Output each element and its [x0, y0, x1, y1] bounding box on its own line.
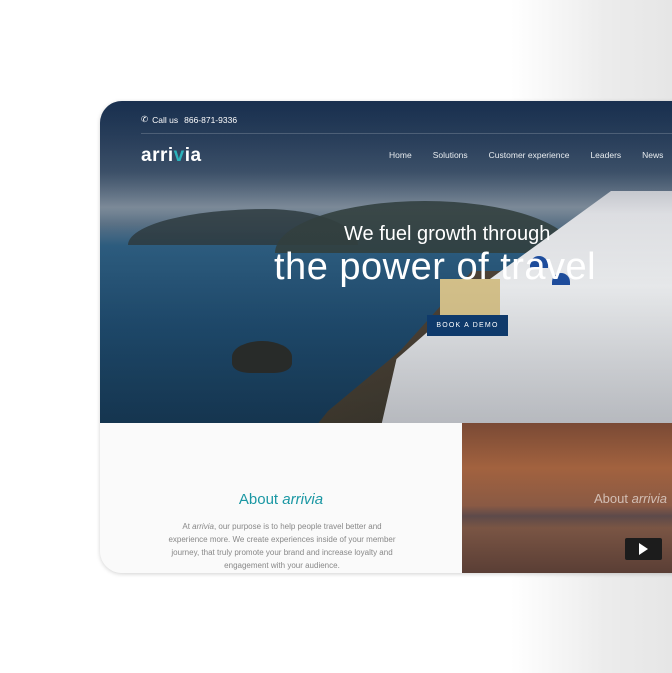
- about-title-brand: arrivia: [282, 491, 324, 508]
- logo-text: ia: [184, 145, 202, 166]
- phone-number[interactable]: 866-871-9336: [184, 115, 237, 125]
- about-section: About arrivia At arrivia, our purpose is…: [100, 423, 462, 573]
- nav-leaders[interactable]: Leaders: [590, 150, 621, 160]
- video-title-brand: arrivia: [631, 491, 667, 506]
- logo-pin: v: [173, 145, 185, 166]
- hero-section: ✆ Call us 866-871-9336 arrivia Home Solu…: [100, 101, 672, 423]
- play-button[interactable]: [625, 538, 662, 560]
- about-body-prefix: At: [182, 522, 193, 531]
- about-video[interactable]: About arrivia: [462, 423, 672, 573]
- website-preview-card: ✆ Call us 866-871-9336 arrivia Home Solu…: [100, 101, 672, 573]
- video-title-text: About: [594, 491, 632, 506]
- nav-solutions[interactable]: Solutions: [433, 150, 468, 160]
- phone-icon: ✆: [141, 114, 149, 124]
- about-body: At arrivia, our purpose is to help peopl…: [166, 520, 398, 572]
- nav-customer-experience[interactable]: Customer experience: [489, 150, 570, 160]
- header-divider: [141, 133, 672, 134]
- call-us[interactable]: ✆ Call us 866-871-9336: [141, 114, 237, 125]
- about-body-brand: arrivia: [192, 522, 214, 531]
- nav-news[interactable]: News: [642, 150, 663, 160]
- logo-text: arri: [141, 145, 174, 166]
- about-title-text: About: [238, 491, 283, 508]
- arrivia-logo[interactable]: arrivia: [141, 145, 202, 167]
- nav-home[interactable]: Home: [389, 150, 412, 160]
- video-title: About arrivia: [594, 491, 667, 506]
- book-demo-button[interactable]: BOOK A DEMO: [427, 315, 508, 336]
- call-label: Call us: [152, 114, 179, 125]
- play-icon: [639, 543, 648, 555]
- hero-subheading: We fuel growth through: [344, 223, 551, 245]
- main-nav: Home Solutions Customer experience Leade…: [389, 150, 663, 160]
- hero-heading: the power of travel: [274, 246, 597, 288]
- about-title: About arrivia: [100, 491, 462, 508]
